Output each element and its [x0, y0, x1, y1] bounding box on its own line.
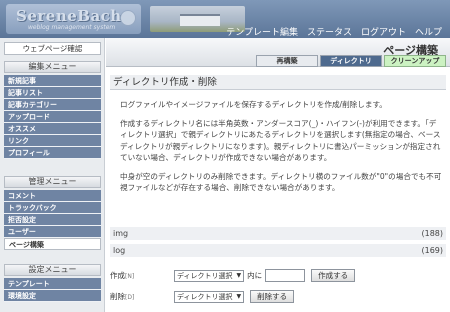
directory-name: log: [113, 246, 126, 255]
directory-name: img: [113, 229, 129, 238]
sidebar-item-comment[interactable]: コメント: [4, 190, 101, 202]
page-header: ページ構築 再構築 ディレクトリ クリーンアップ: [106, 38, 450, 67]
edit-menu-header: 編集メニュー: [4, 61, 101, 73]
description-paragraph: 作成するディレクトリ名には半角英数・アンダースコア(_)・ハイフン(-)が利用で…: [120, 118, 441, 163]
sidebar-item-recommend[interactable]: オススメ: [4, 123, 101, 135]
tab-directory[interactable]: ディレクトリ: [320, 55, 382, 67]
sidebar-item-user[interactable]: ユーザー: [4, 226, 101, 238]
logo[interactable]: SereneBach weblog management system: [6, 4, 141, 34]
sidebar: ウェブページ確認 編集メニュー 新規記事 記事リスト 記事カテゴリー アップロー…: [0, 38, 105, 312]
delete-shortcut: [D]: [125, 294, 135, 301]
sidebar-item-environment[interactable]: 環境設定: [4, 290, 101, 302]
create-select-value: ディレクトリ選択: [177, 271, 233, 280]
tab-cleanup[interactable]: クリーンアップ: [384, 55, 446, 67]
sidebar-item-post-category[interactable]: 記事カテゴリー: [4, 99, 101, 111]
nav-help[interactable]: ヘルプ: [415, 25, 442, 38]
sidebar-item-profile[interactable]: プロフィール: [4, 147, 101, 159]
list-item[interactable]: log (169): [110, 244, 446, 258]
nav-template-edit[interactable]: テンプレート編集: [226, 25, 298, 38]
sidebar-item-post-list[interactable]: 記事リスト: [4, 87, 101, 99]
description-paragraph: 中身が空のディレクトリのみ削除できます。ディレクトリ横のファイル数が"0"の場合…: [120, 171, 442, 193]
sidebar-item-new-post[interactable]: 新規記事: [4, 75, 101, 87]
sidebar-item-deny-settings[interactable]: 拒否設定: [4, 214, 101, 226]
description-paragraph: ログファイルやイメージファイルを保存するディレクトリを作成/削除します。: [120, 100, 387, 109]
logo-title: SereneBach: [16, 7, 122, 25]
create-shortcut: [N]: [125, 273, 135, 280]
delete-label: 削除[D]: [110, 291, 174, 302]
admin-menu-header: 管理メニュー: [4, 176, 101, 188]
sidebar-item-template[interactable]: テンプレート: [4, 278, 101, 290]
file-count: (188): [421, 229, 443, 238]
nav-status[interactable]: ステータス: [307, 25, 352, 38]
sidebar-item-link[interactable]: リンク: [4, 135, 101, 147]
in-label: 内に: [247, 271, 263, 280]
file-count: (169): [421, 246, 443, 255]
section-title: ディレクトリ作成・削除: [110, 75, 446, 90]
chevron-down-icon: ▼: [236, 292, 242, 300]
header-nav: テンプレート編集 ステータス ログアウト ヘルプ: [226, 25, 442, 38]
main-content: ページ構築 再構築 ディレクトリ クリーンアップ ディレクトリ作成・削除 ログフ…: [106, 38, 450, 312]
sidebar-item-upload[interactable]: アップロード: [4, 111, 101, 123]
create-label: 作成[N]: [110, 270, 174, 281]
list-item[interactable]: img (188): [110, 227, 446, 241]
tab-bar: 再構築 ディレクトリ クリーンアップ: [256, 55, 446, 67]
sidebar-item-trackback[interactable]: トラックバック: [4, 202, 101, 214]
delete-select-value: ディレクトリ選択: [177, 292, 233, 301]
create-button[interactable]: 作成する: [311, 269, 356, 282]
nav-logout[interactable]: ログアウト: [361, 25, 406, 38]
settings-menu-header: 設定メニュー: [4, 264, 101, 276]
logo-subtitle: weblog management system: [28, 24, 116, 31]
settings-menu-list: テンプレート 環境設定: [4, 278, 101, 302]
sidebar-item-page-build[interactable]: ページ構築: [4, 238, 101, 250]
delete-label-text: 削除: [110, 292, 125, 301]
admin-menu-list: コメント トラックバック 拒否設定 ユーザー ページ構築: [4, 190, 101, 250]
create-directory-select[interactable]: ディレクトリ選択 ▼: [174, 269, 245, 282]
chevron-down-icon: ▼: [236, 271, 242, 279]
delete-directory-form: 削除[D] ディレクトリ選択 ▼ 削除する: [110, 290, 295, 303]
create-label-text: 作成: [110, 271, 125, 280]
logo-badge-icon: [120, 10, 136, 26]
app-header: SereneBach weblog management system テンプレ…: [0, 0, 450, 38]
tab-rebuild[interactable]: 再構築: [256, 55, 318, 67]
directory-name-input[interactable]: [265, 269, 306, 282]
delete-button[interactable]: 削除する: [250, 290, 295, 303]
create-directory-form: 作成[N] ディレクトリ選択 ▼ 内に 作成する: [110, 269, 356, 282]
view-webpage-button[interactable]: ウェブページ確認: [4, 42, 101, 55]
delete-directory-select[interactable]: ディレクトリ選択 ▼: [174, 290, 245, 303]
directory-list: img (188) log (169): [110, 227, 446, 258]
edit-menu-list: 新規記事 記事リスト 記事カテゴリー アップロード オススメ リンク プロフィー…: [4, 75, 101, 159]
